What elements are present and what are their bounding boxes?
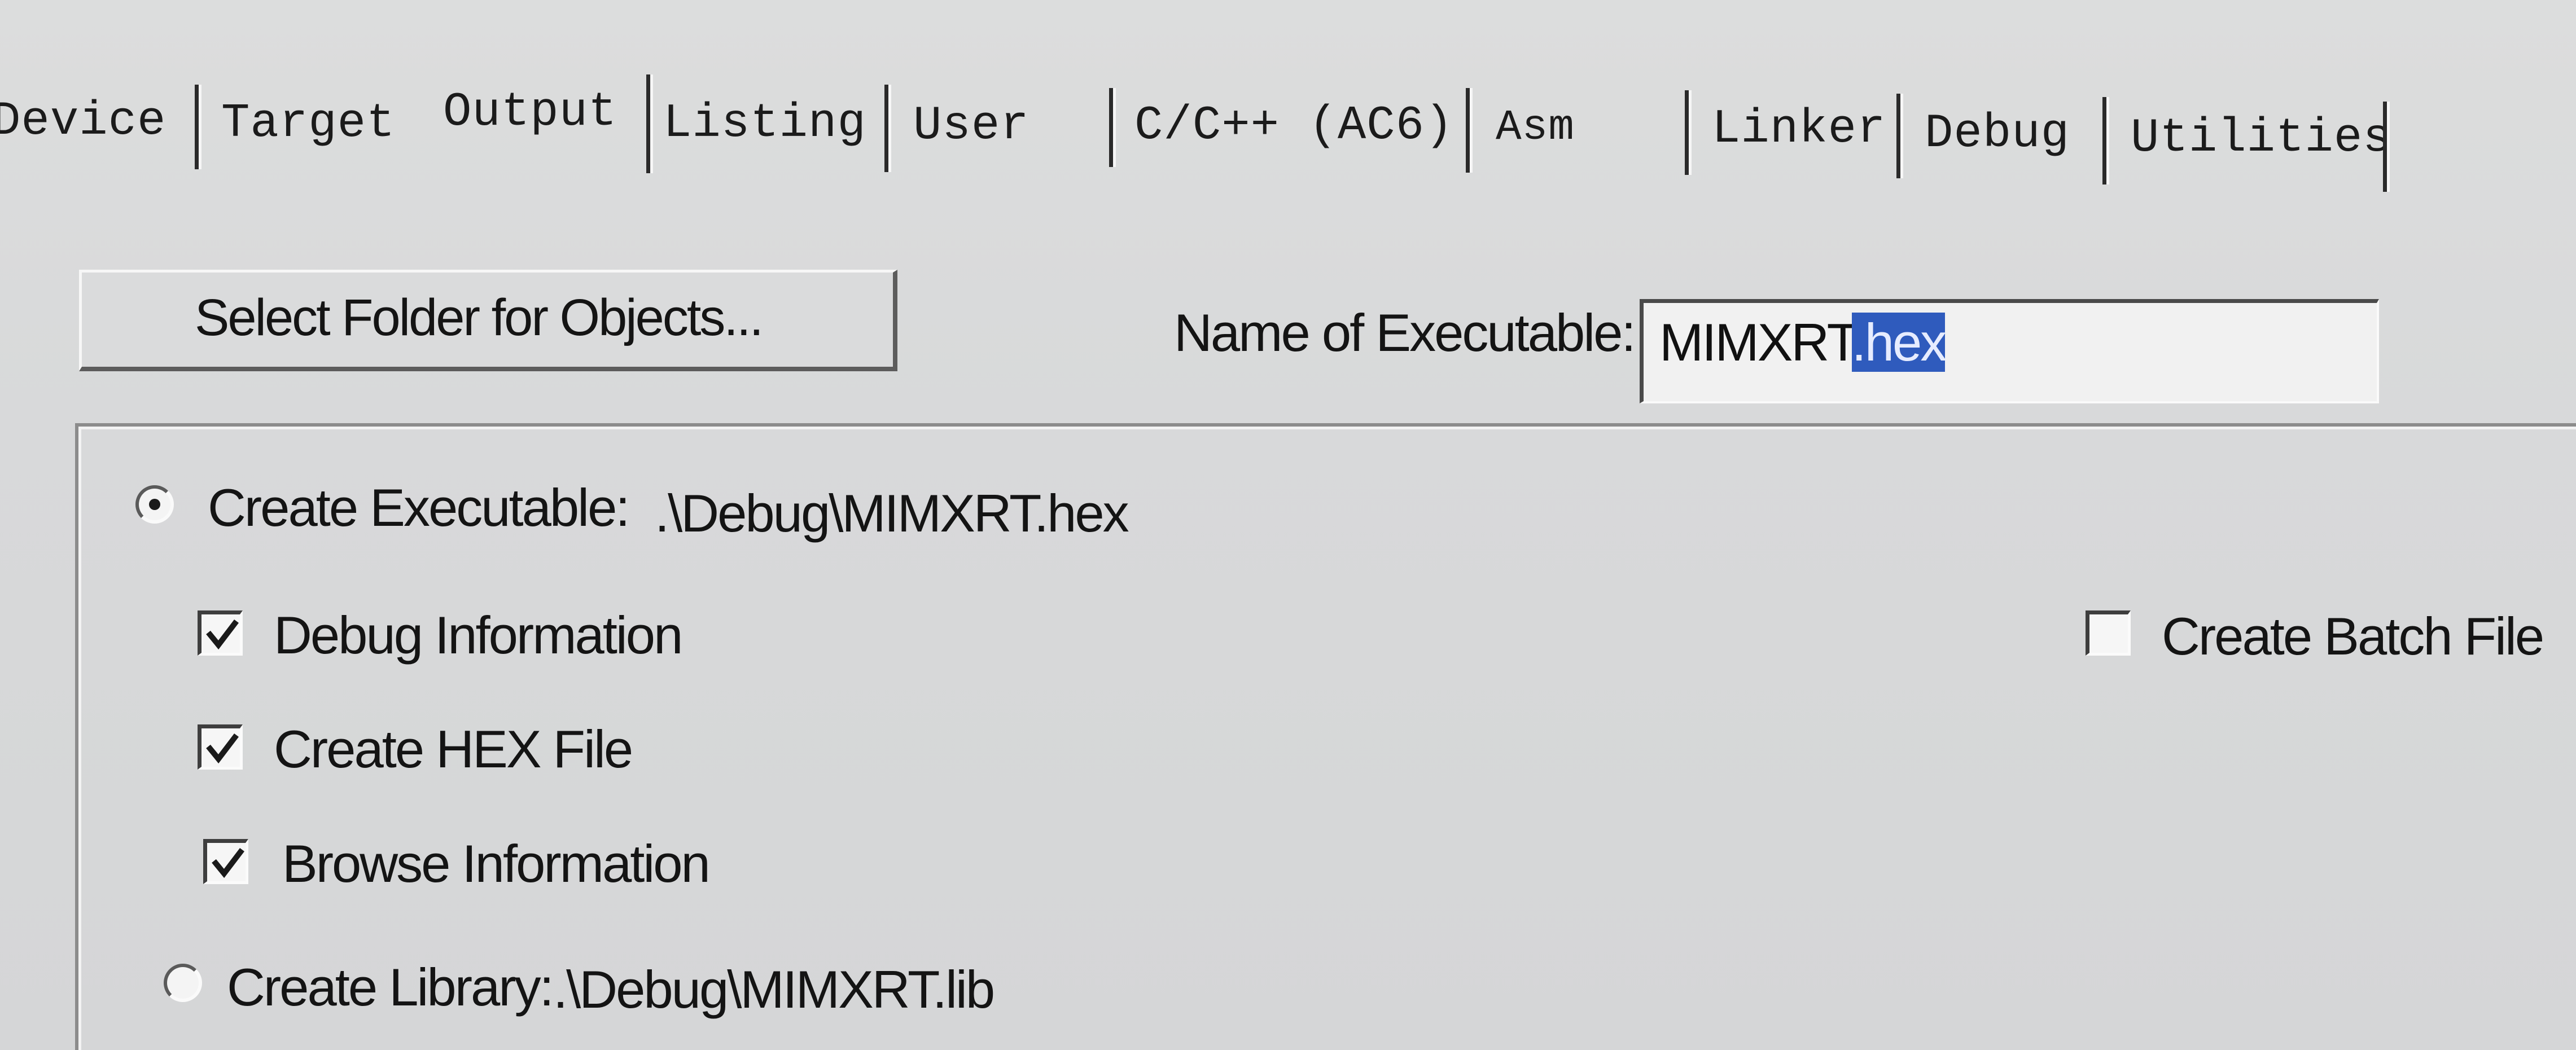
create-executable-radio[interactable] (135, 485, 174, 524)
check-icon (206, 619, 239, 650)
executable-name-text: MIMXRT (1659, 313, 1854, 372)
debug-information-checkbox[interactable] (198, 610, 243, 656)
tab-listing[interactable]: Listing (663, 85, 866, 164)
browse-information-checkbox[interactable] (203, 839, 248, 884)
create-hex-file-checkbox[interactable] (198, 724, 243, 770)
check-icon (206, 733, 239, 764)
executable-name-label: Name of Executable: (1174, 303, 1636, 362)
create-executable-path: .\Debug\MIMXRT.hex (655, 484, 1129, 543)
tab-linker[interactable]: Linker (1712, 90, 1886, 169)
check-icon (212, 847, 244, 878)
tab-device[interactable]: Device (0, 82, 166, 161)
tab-strip: Device Target Output Listing User C/C++ … (0, 68, 2576, 209)
create-batch-file-label: Create Batch File (2162, 607, 2544, 666)
tab-separator (1896, 94, 1900, 178)
debug-information-label: Debug Information (274, 605, 683, 665)
executable-ext-selection: .hex (1851, 313, 1947, 372)
tab-separator (1109, 88, 1113, 167)
create-library-label: Create Library: (227, 957, 554, 1017)
tab-separator (2102, 97, 2106, 184)
tab-separator (1466, 88, 1470, 173)
browse-information-label: Browse Information (282, 834, 711, 893)
select-folder-button[interactable]: Select Folder for Objects... (79, 270, 897, 371)
options-dialog: Device Target Output Listing User C/C++ … (0, 0, 2576, 1050)
tab-output[interactable]: Output (443, 73, 617, 152)
create-library-radio[interactable] (164, 964, 202, 1002)
create-batch-file-checkbox[interactable] (2086, 610, 2131, 656)
tab-cc-ac6[interactable]: C/C++ (AC6) (1134, 87, 1454, 166)
tab-separator (195, 85, 199, 169)
tab-user[interactable]: User (913, 87, 1029, 166)
tab-separator (884, 85, 888, 172)
tab-separator (2383, 102, 2387, 192)
tab-debug[interactable]: Debug (1925, 95, 2070, 174)
create-hex-file-label: Create HEX File (274, 719, 633, 779)
tab-target[interactable]: Target (221, 85, 395, 164)
executable-name-input[interactable]: MIMXRT.hex (1640, 299, 2379, 403)
tab-asm[interactable]: Asm (1496, 88, 1575, 167)
tab-separator (646, 74, 650, 173)
tab-separator (1685, 90, 1689, 175)
create-library-path: .\Debug\MIMXRT.lib (553, 960, 995, 1019)
tab-utilities[interactable]: Utilities (2131, 99, 2392, 178)
create-executable-label: Create Executable: (208, 478, 630, 537)
